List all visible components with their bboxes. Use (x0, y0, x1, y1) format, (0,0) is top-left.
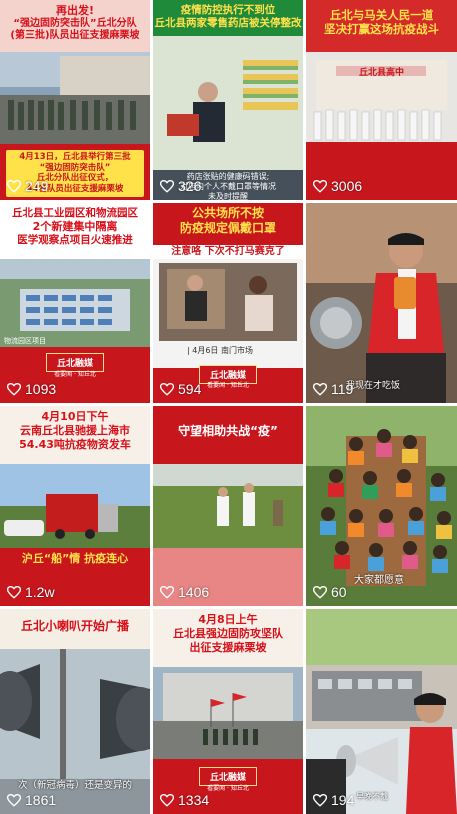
brand-slogan: 看要闻 · 知丘北 (207, 785, 249, 792)
like-count: 60 (313, 584, 347, 600)
video-title: 丘北与马关人民一道 坚决打赢这场抗疫战斗 (324, 8, 439, 37)
video-subtitle: 次（新冠病毒）还是变异的 (17, 780, 132, 791)
video-title: 疫情防控执行不到位 丘北县两家零售药店被关停整改 (154, 4, 302, 30)
video-title: 守望相助共战“疫” (178, 424, 278, 438)
like-count: 194 (313, 792, 354, 808)
video-title: 公共场所不按 防疫规定佩戴口罩 (179, 206, 276, 235)
heart-icon (313, 382, 327, 396)
brand-slogan: 看要闻 · 知丘北 (207, 382, 249, 389)
like-count: 1.2w (7, 584, 55, 600)
heart-icon (160, 585, 174, 599)
video-tile[interactable]: 再出发! “强边固防突击队”丘北分队 (第三批)队员出征支援麻栗坡 4月13日，… (0, 0, 150, 200)
video-tile[interactable]: 我现在才吃饭 119 (306, 203, 457, 403)
video-title: 丘北县工业园区和物流园区 2个新建集中隔离 医学观察点项目火速推进 (12, 207, 138, 246)
like-count: 119 (313, 381, 353, 397)
video-tile[interactable]: 丘北小喇叭开始广播 次（新冠病毒）还是变异的 1861 (0, 609, 150, 814)
video-subtitle: 大家都愿意 (354, 575, 404, 586)
video-thumbnail (306, 609, 457, 814)
heart-icon (7, 793, 21, 807)
video-tile[interactable]: 丘北与马关人民一道 坚决打赢这场抗疫战斗 丘北县高中 3006 (306, 0, 457, 200)
video-title: 再出发! “强边固防突击队”丘北分队 (第三批)队员出征支援麻栗坡 (10, 4, 140, 42)
heart-icon (7, 179, 21, 193)
building-sign: 丘北县高中 (358, 68, 404, 78)
video-subtitle: 我现在才吃饭 (346, 381, 401, 391)
video-tile[interactable]: 疫情防控执行不到位 丘北县两家零售药店被关停整改 药店张贴的健康码错误; 对店内… (153, 0, 303, 200)
heart-icon (160, 793, 174, 807)
video-grid: 再出发! “强边固防突击队”丘北分队 (第三批)队员出征支援麻栗坡 4月13日，… (0, 0, 457, 814)
heart-icon (313, 179, 327, 193)
like-count: 249 (7, 178, 48, 194)
video-subtitle: 早晚不戴 (356, 792, 388, 801)
video-tile[interactable]: 4月8日上午 丘北县强边固防攻坚队 出征支援麻栗坡 丘北融媒 看要闻 · 知丘北… (153, 609, 303, 814)
like-count: 1334 (160, 792, 209, 808)
video-title: 丘北小喇叭开始广播 (20, 619, 129, 633)
heart-icon (7, 585, 21, 599)
video-tile[interactable]: 公共场所不按 防疫规定佩戴口罩 注意咯 下次不打马赛克了 | 4月6日 南门市场… (153, 203, 303, 403)
like-count: 1861 (7, 792, 56, 808)
video-tile[interactable]: 守望相助共战“疫” 1406 (153, 406, 303, 606)
video-subtitle: 物流园区项目 (4, 337, 46, 345)
heart-icon (160, 179, 174, 193)
video-tile[interactable]: 4月10日下午 云南丘北县驰援上海市 54.43吨抗疫物资发车 沪丘“船”情 抗… (0, 406, 150, 606)
heart-icon (313, 793, 327, 807)
video-subtitle: 沪丘“船”情 抗疫连心 (21, 552, 129, 565)
video-thumbnail (306, 203, 457, 403)
heart-icon (313, 585, 327, 599)
video-subtitle: | 4月6日 南门市场 (187, 346, 253, 355)
like-count: 1093 (7, 381, 56, 397)
video-title: 4月10日下午 云南丘北县驰援上海市 54.43吨抗疫物资发车 (19, 410, 131, 451)
like-count: 594 (160, 381, 201, 397)
brand-slogan: 看要闻 · 知丘北 (54, 371, 96, 378)
video-tile[interactable]: 大家都愿意 60 (306, 406, 457, 606)
like-count: 326 (160, 178, 201, 194)
video-title: 4月8日上午 丘北县强边固防攻坚队 出征支援麻栗坡 (173, 613, 283, 654)
heart-icon (160, 382, 174, 396)
video-tile[interactable]: 丘北县工业园区和物流园区 2个新建集中隔离 医学观察点项目火速推进 物流园区项目… (0, 203, 150, 403)
video-note: 注意咯 下次不打马赛克了 (171, 246, 285, 257)
like-count: 1406 (160, 584, 209, 600)
heart-icon (7, 382, 21, 396)
like-count: 3006 (313, 178, 362, 194)
video-tile[interactable]: 早晚不戴 194 (306, 609, 457, 814)
